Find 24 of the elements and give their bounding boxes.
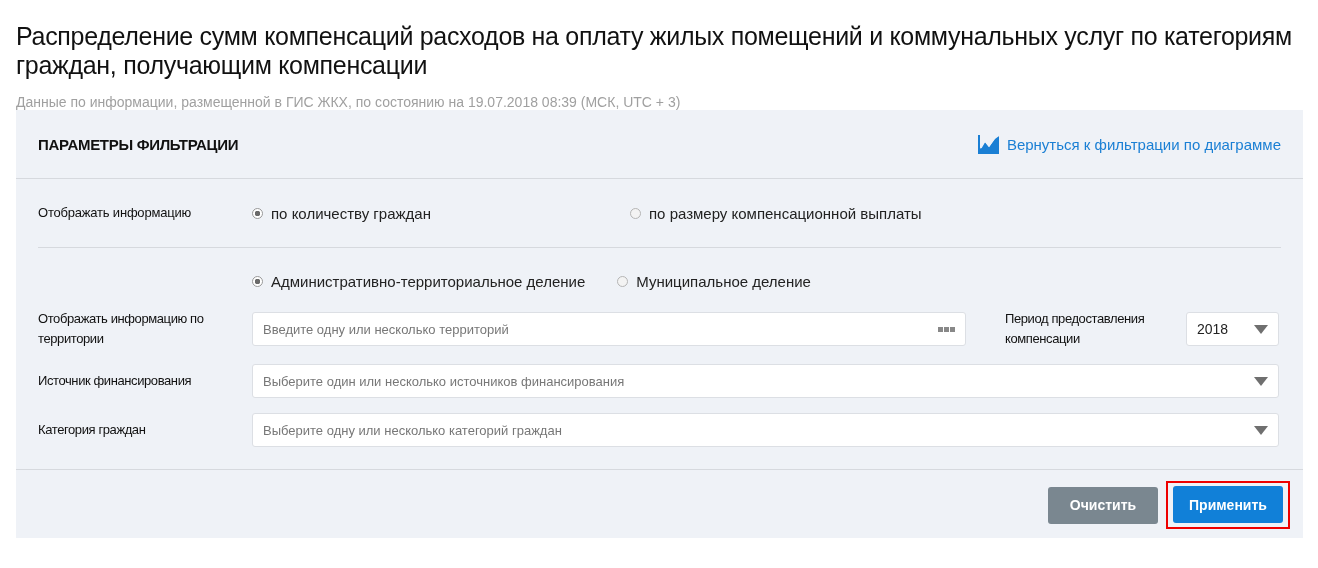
apply-button[interactable]: Применить bbox=[1173, 486, 1283, 523]
more-icon bbox=[938, 326, 955, 332]
field-label: Источник финансирования bbox=[38, 372, 193, 390]
year-dropdown[interactable]: 2018 bbox=[1186, 312, 1279, 346]
field-label: Отображать информацию по территории bbox=[38, 310, 205, 348]
radio-option[interactable]: по размеру компенсационной выплаты bbox=[630, 204, 922, 222]
input-field[interactable]: Введите одну или несколько территорий bbox=[252, 312, 966, 346]
radio-option[interactable]: Административно-территориальное деление bbox=[252, 268, 586, 294]
radio-option[interactable]: Муниципальное деление bbox=[617, 268, 811, 294]
line-chart-icon bbox=[977, 134, 1000, 154]
field-label: Отображать информацию bbox=[38, 204, 193, 222]
back-to-chart-link[interactable]: Вернуться к фильтрации по диаграмме bbox=[977, 134, 1281, 154]
caret-icon bbox=[1254, 376, 1268, 386]
panel-heading: ПАРАМЕТРЫ ФИЛЬТРАЦИИ bbox=[38, 135, 239, 153]
page-title: Распределение сумм компенсаций расходов на оплату жилых помещений и коммунальных услуг по категориям граждан, получающим компенсации bbox=[16, 21, 1293, 80]
dropdown-field[interactable]: Выберите одну или несколько категорий граждан bbox=[252, 413, 1279, 447]
field-label: Период предоставления компенсации bbox=[1004, 310, 1146, 348]
dropdown-field[interactable]: Выберите один или несколько источников финансирования bbox=[252, 364, 1279, 398]
caret-icon bbox=[1254, 324, 1268, 334]
field-label: Категория граждан bbox=[38, 421, 147, 439]
caret-icon bbox=[1254, 425, 1268, 435]
data-note: Данные по информации, размещенной в ГИС ЖКХ, по состоянию на 19.07.2018 08:39 (МСК, UTC + 3) bbox=[16, 94, 682, 110]
radio-option[interactable]: по количеству граждан bbox=[252, 204, 630, 222]
clear-button[interactable]: Очистить bbox=[1048, 486, 1158, 524]
